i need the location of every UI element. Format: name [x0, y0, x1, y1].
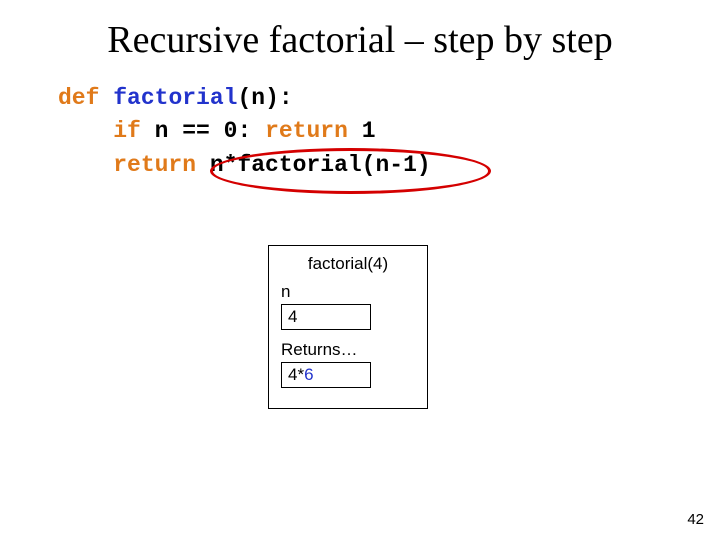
- frame-var-value: 4: [281, 304, 371, 330]
- recursive-expr: n*factorial(n-1): [196, 152, 431, 178]
- code-block: def factorial(n): if n == 0: return 1 re…: [58, 82, 431, 182]
- arg-n: n: [251, 85, 265, 111]
- ret-right: 6: [304, 365, 313, 384]
- page-number: 42: [687, 511, 704, 528]
- rparen-colon: ):: [265, 85, 293, 111]
- frame-returns-label: Returns…: [281, 340, 419, 360]
- frame-return-value: 4*6: [281, 362, 371, 388]
- cond: n == 0:: [141, 118, 265, 144]
- frame-var-label: n: [281, 282, 419, 302]
- lparen: (: [237, 85, 251, 111]
- slide-title: Recursive factorial – step by step: [0, 18, 720, 62]
- stack-frame: factorial(4) n 4 Returns… 4*6: [268, 245, 428, 409]
- lit-1: 1: [348, 118, 376, 144]
- kw-return-1: return: [265, 118, 348, 144]
- kw-return-2: return: [113, 152, 196, 178]
- kw-if: if: [113, 118, 141, 144]
- kw-def: def: [58, 85, 99, 111]
- ret-left: 4*: [288, 365, 304, 384]
- function-name: factorial: [113, 85, 237, 111]
- frame-call: factorial(4): [277, 254, 419, 274]
